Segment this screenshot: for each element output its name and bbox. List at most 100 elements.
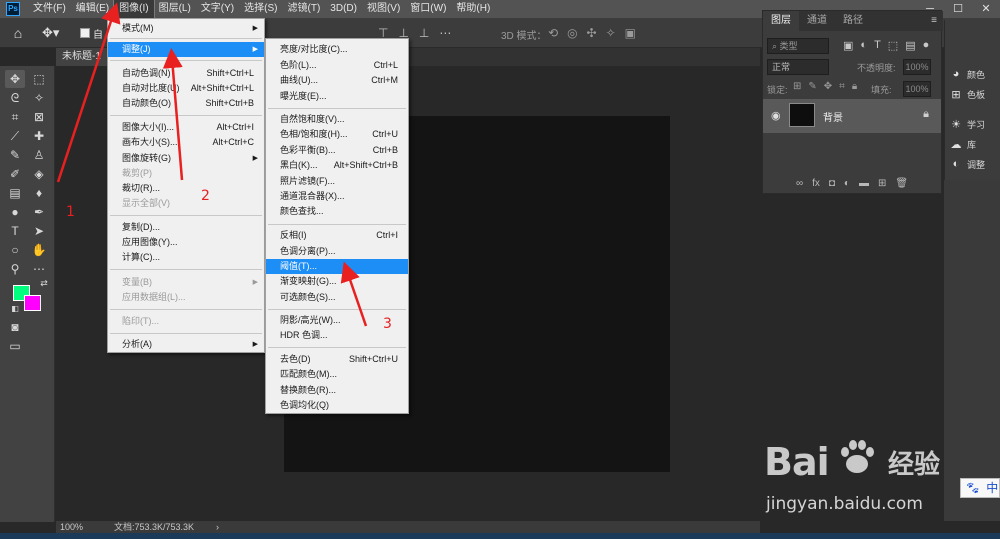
shape-tool-icon[interactable]: ○ <box>5 241 25 259</box>
menu-image[interactable]: 图像(I) <box>113 0 155 19</box>
menu-item-posterize[interactable]: 色调分离(P)... <box>266 244 408 259</box>
menu-item-desaturate[interactable]: 去色(D) Shift+Ctrl+U <box>266 352 408 367</box>
history-brush-icon[interactable]: ✐ <box>5 165 25 183</box>
menu-item-match-color[interactable]: 匹配颜色(M)... <box>266 367 408 382</box>
move-tool-icon[interactable]: ✥ <box>5 70 25 88</box>
menu-item-analysis[interactable]: 分析(A) ▶ <box>108 337 264 352</box>
menu-select[interactable]: 选择(S) <box>239 0 282 18</box>
magic-wand-icon[interactable]: ✧ <box>29 89 49 107</box>
panel-adjustments[interactable]: ◐ 调整 <box>949 156 985 172</box>
stamp-tool-icon[interactable]: ♙ <box>29 146 49 164</box>
menu-help[interactable]: 帮助(H) <box>451 0 495 18</box>
menu-item-photo-filter[interactable]: 照片滤镜(F)... <box>266 174 408 189</box>
menu-item-adjustments[interactable]: 调整(J) ▶ <box>108 42 264 57</box>
pen-tool-icon[interactable]: ✒ <box>29 203 49 221</box>
zoom-value[interactable]: 100% <box>60 521 83 533</box>
marquee-tool-icon[interactable]: ⬚ <box>29 70 49 88</box>
lock-all-icon[interactable]: 🔒︎ <box>852 81 857 92</box>
panel-menu-icon[interactable]: ≡ <box>931 15 937 26</box>
lock-paint-icon[interactable]: ✎ <box>808 81 816 92</box>
roll-3d-icon[interactable]: ◎ <box>567 26 577 40</box>
menu-item-equalize[interactable]: 色调均化(Q) <box>266 398 408 413</box>
menu-item-brightness-contrast[interactable]: 亮度/对比度(C)... <box>266 42 408 57</box>
healing-brush-icon[interactable]: ✚ <box>29 127 49 145</box>
menu-item-channel-mixer[interactable]: 通道混合器(X)... <box>266 189 408 204</box>
blur-tool-icon[interactable]: ♦ <box>29 184 49 202</box>
gradient-tool-icon[interactable]: ▤ <box>5 184 25 202</box>
menu-item-replace-color[interactable]: 替换颜色(R)... <box>266 383 408 398</box>
menu-item-apply-image[interactable]: 应用图像(Y)... <box>108 235 264 250</box>
layer-filter-select[interactable]: ⌕ 类型 <box>767 38 829 54</box>
lock-pixels-icon[interactable]: ⊞ <box>793 81 801 92</box>
tab-paths[interactable]: 路径 <box>835 11 871 31</box>
filter-pixel-icon[interactable]: ▣ <box>843 39 853 52</box>
visibility-eye-icon[interactable]: ◉ <box>771 109 781 122</box>
trash-icon[interactable]: 🗑︎ <box>895 175 908 193</box>
filter-toggle-icon[interactable]: ● <box>923 39 930 52</box>
panel-libraries[interactable]: ☁ 库 <box>949 136 977 152</box>
menu-item-color-balance[interactable]: 色彩平衡(B)... Ctrl+B <box>266 143 408 158</box>
tab-channels[interactable]: 通道 <box>799 11 835 31</box>
menu-layer[interactable]: 图层(L) <box>154 0 196 18</box>
menu-file[interactable]: 文件(F) <box>28 0 71 18</box>
menu-item-image-rotation[interactable]: 图像旋转(G) ▶ <box>108 151 264 166</box>
document-tab[interactable]: 未标题-1 <box>56 48 108 66</box>
move-tool-option-icon[interactable]: ✥▾ <box>42 25 62 41</box>
menu-type[interactable]: 文字(Y) <box>196 0 239 18</box>
layer-row-background[interactable]: ◉ 背景 🔒︎ <box>763 99 941 133</box>
background-color-swatch[interactable] <box>24 295 41 311</box>
filter-type-icon[interactable]: T <box>874 39 881 52</box>
panel-learn[interactable]: ☀ 学习 <box>949 116 985 132</box>
eyedropper-icon[interactable]: ⟋ <box>5 127 25 145</box>
adjustment-layer-icon[interactable]: ◐ <box>844 175 850 193</box>
filter-shape-icon[interactable]: ⬚ <box>888 39 898 52</box>
close-icon[interactable]: ✕ <box>972 0 1000 18</box>
menu-item-gradient-map[interactable]: 渐变映射(G)... <box>266 274 408 289</box>
fill-input[interactable]: 100% <box>903 81 931 97</box>
quick-mask-icon[interactable]: ◙ <box>5 318 25 336</box>
type-tool-icon[interactable]: T <box>5 222 25 240</box>
menu-item-canvas-size[interactable]: 画布大小(S)... Alt+Ctrl+C <box>108 135 264 150</box>
panel-color[interactable]: ◕ 颜色 <box>949 66 985 82</box>
lock-artboard-icon[interactable]: ⌗ <box>839 81 845 92</box>
maximize-icon[interactable]: ☐ <box>944 0 972 18</box>
menu-item-black-white[interactable]: 黑白(K)... Alt+Shift+Ctrl+B <box>266 158 408 173</box>
slide-3d-icon[interactable]: ✧ <box>606 26 616 40</box>
menu-item-mode[interactable]: 模式(M) ▶ <box>108 21 264 36</box>
menu-item-duplicate[interactable]: 复制(D)... <box>108 220 264 235</box>
lock-position-icon[interactable]: ✥ <box>824 81 832 92</box>
menu-item-trim[interactable]: 裁切(R)... <box>108 181 264 196</box>
menu-item-selective-color[interactable]: 可选颜色(S)... <box>266 290 408 305</box>
auto-select-checkbox[interactable] <box>80 28 90 38</box>
crop-tool-icon[interactable]: ⌗ <box>5 108 25 126</box>
add-mask-icon[interactable]: ◘ <box>829 175 835 193</box>
drag-3d-icon[interactable]: ✣ <box>587 26 597 40</box>
path-select-icon[interactable]: ➤ <box>29 222 49 240</box>
brush-tool-icon[interactable]: ✎ <box>5 146 25 164</box>
lasso-tool-icon[interactable]: ᘓ <box>5 89 25 107</box>
eraser-tool-icon[interactable]: ◈ <box>29 165 49 183</box>
menu-item-vibrance[interactable]: 自然饱和度(V)... <box>266 112 408 127</box>
swap-colors-icon[interactable]: ⇄ <box>34 274 54 292</box>
default-colors-icon[interactable]: ◧ <box>5 300 25 318</box>
menu-item-hue-saturation[interactable]: 色相/饱和度(H)... Ctrl+U <box>266 127 408 142</box>
menu-view[interactable]: 视图(V) <box>362 0 405 18</box>
blend-mode-select[interactable]: 正常 <box>767 59 829 75</box>
status-menu-arrow[interactable]: › <box>216 521 219 533</box>
menu-filter[interactable]: 滤镜(T) <box>283 0 326 18</box>
new-layer-icon[interactable]: ⊞ <box>878 175 886 193</box>
menu-3d[interactable]: 3D(D) <box>325 0 362 18</box>
link-layers-icon[interactable]: ∞ <box>796 175 803 193</box>
menu-item-image-size[interactable]: 图像大小(I)... Alt+Ctrl+I <box>108 120 264 135</box>
menu-item-auto-color[interactable]: 自动颜色(O) Shift+Ctrl+B <box>108 96 264 111</box>
menu-item-levels[interactable]: 色阶(L)... Ctrl+L <box>266 58 408 73</box>
menu-edit[interactable]: 编辑(E) <box>71 0 114 18</box>
orbit-3d-icon[interactable]: ⟲ <box>548 26 558 40</box>
home-icon[interactable]: ⌂ <box>10 25 26 41</box>
align-bottom-icon[interactable]: ⊥ <box>419 26 429 40</box>
frame-tool-icon[interactable]: ⊠ <box>29 108 49 126</box>
menu-window[interactable]: 窗口(W) <box>405 0 451 18</box>
menu-item-threshold[interactable]: 阈值(T)... <box>266 259 408 274</box>
panel-swatches[interactable]: ⊞ 色板 <box>949 86 985 102</box>
new-group-icon[interactable]: ▬ <box>859 175 869 193</box>
